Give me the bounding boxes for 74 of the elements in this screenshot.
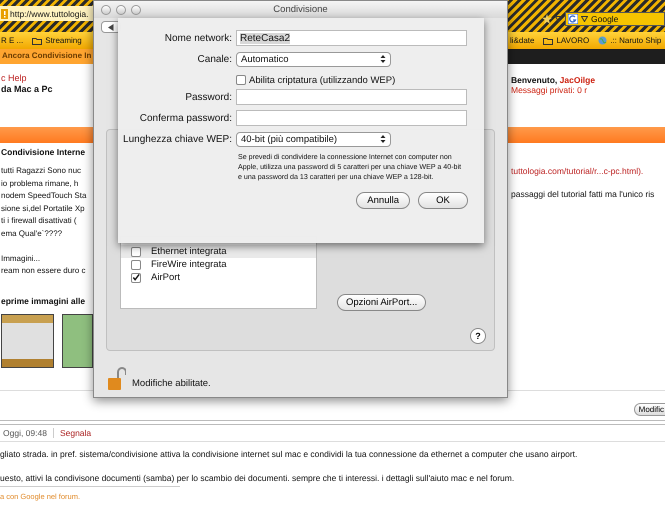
checkbox[interactable]: [131, 260, 141, 270]
checkbox[interactable]: [236, 75, 246, 85]
minimize-button[interactable]: [116, 4, 126, 14]
interface-row[interactable]: FireWire integrata: [121, 258, 316, 271]
post-text-line: sione si,del Portatile Xp: [1, 204, 85, 212]
post-title: Condivisione Interne: [1, 147, 86, 157]
tutorial-link[interactable]: tuttologia.com/tutorial/r...c-pc.html).: [511, 166, 665, 176]
dropdown-triangle-icon[interactable]: [581, 16, 588, 22]
field-label: Password:: [184, 92, 232, 102]
bookmark-item[interactable]: LAVORO: [543, 36, 590, 45]
field-label: Conferma password:: [138, 112, 232, 124]
reply-text-line: gliato strada. in pref. sistema/condivisione attiva la condivisione internet sul mac e condividi la tua connessione da ethernet a computer che usano airport.: [0, 448, 578, 458]
interface-label: AirPort: [151, 272, 180, 283]
popup-menu[interactable]: Automatico: [236, 52, 391, 66]
thumbnail-image[interactable]: [1, 314, 54, 368]
post-text-line: tutti Ragazzi Sono nuc: [1, 166, 82, 175]
private-messages-link[interactable]: Messaggi privati: 0 r: [511, 85, 665, 95]
bookmark-item[interactable]: Streaming: [32, 36, 82, 45]
interface-label: Ethernet integrata: [151, 246, 227, 257]
open-lock-icon[interactable]: [108, 367, 126, 391]
interface-label: FireWire integrata: [151, 259, 226, 270]
bookmark-item[interactable]: .:: Naruto Ship: [598, 36, 662, 45]
post-text-line: ream non essere duro c: [1, 266, 86, 275]
post-text-line: io problema rimane, h: [1, 178, 78, 188]
post-text-line: Immagini...: [1, 254, 40, 262]
folder-icon: [543, 36, 554, 44]
address-field[interactable]: http://www.tuttologia.: [0, 6, 93, 21]
dropdown-triangle-icon[interactable]: [555, 16, 562, 22]
star-icon[interactable]: [542, 14, 552, 24]
input-field[interactable]: [236, 89, 467, 105]
report-link[interactable]: Segnala: [54, 428, 92, 438]
left-triangle-icon: [108, 24, 114, 30]
airport-options-button[interactable]: Opzioni AirPort...: [337, 294, 426, 311]
browser-tab[interactable]: Ancora Condivisione In: [0, 49, 93, 64]
folder-icon: [32, 36, 42, 44]
bookmark-item[interactable]: li&date: [510, 36, 534, 45]
field-label: Canale:: [196, 54, 232, 64]
zoom-button[interactable]: [131, 4, 141, 14]
post-text-line: ti i firewall disattivati (: [1, 216, 77, 225]
field-label: Nome network:: [164, 32, 232, 44]
interface-row[interactable]: Ethernet integrata: [121, 245, 316, 258]
dialog-button[interactable]: Annulla: [356, 192, 410, 209]
up-down-arrows-icon: [380, 54, 386, 64]
checkbox-label[interactable]: Abilita criptatura (utilizzando WEP): [249, 74, 396, 86]
post-text-line: nodem SpeedTouch Sta: [1, 191, 86, 200]
welcome-text: Benvenuto,: [511, 75, 558, 85]
interface-row[interactable]: AirPort: [121, 271, 316, 284]
globe-icon: [598, 36, 608, 45]
username-link[interactable]: JacOilge: [560, 75, 596, 85]
post-time: Oggi, 09:48: [3, 428, 54, 438]
window-title: Condivisione: [273, 4, 328, 15]
close-button[interactable]: [101, 4, 111, 14]
help-button[interactable]: ?: [470, 328, 486, 344]
warning-icon: [1, 8, 8, 18]
edit-button[interactable]: Modific: [634, 402, 665, 416]
checkbox[interactable]: [131, 272, 141, 282]
input-field[interactable]: [236, 110, 467, 126]
reply-text-line: uesto, attivi la condivisone documenti (samba) per lo scambio dei documenti. sempre che ti interessi. i dettagli sull'aiuto mac e nel forum.: [0, 472, 516, 482]
page-title: da Mac a Pc: [1, 84, 54, 94]
field-label: Lunghezza chiave WEP:: [122, 134, 232, 144]
breadcrumb-link[interactable]: c Help: [1, 73, 93, 83]
lock-status-text: Modifiche abilitate.: [132, 378, 211, 391]
g-logo-icon: [568, 14, 578, 24]
bookmark-item[interactable]: R E ...: [1, 36, 24, 45]
checkbox[interactable]: [131, 246, 141, 256]
images-heading: eprime immagini alle: [1, 296, 86, 306]
popup-menu[interactable]: 40-bit (più compatibile): [236, 132, 391, 146]
thumbnail-image[interactable]: [62, 314, 93, 368]
input-field[interactable]: ReteCasa2: [236, 30, 467, 46]
post-text-line: ema Qual'e`????: [1, 228, 62, 238]
post-text-line: passaggi del tutorial fatti ma l'unico ris: [511, 189, 656, 199]
search-field[interactable]: Google: [565, 12, 665, 26]
up-down-arrows-icon: [380, 134, 386, 144]
dialog-button[interactable]: OK: [418, 192, 468, 209]
